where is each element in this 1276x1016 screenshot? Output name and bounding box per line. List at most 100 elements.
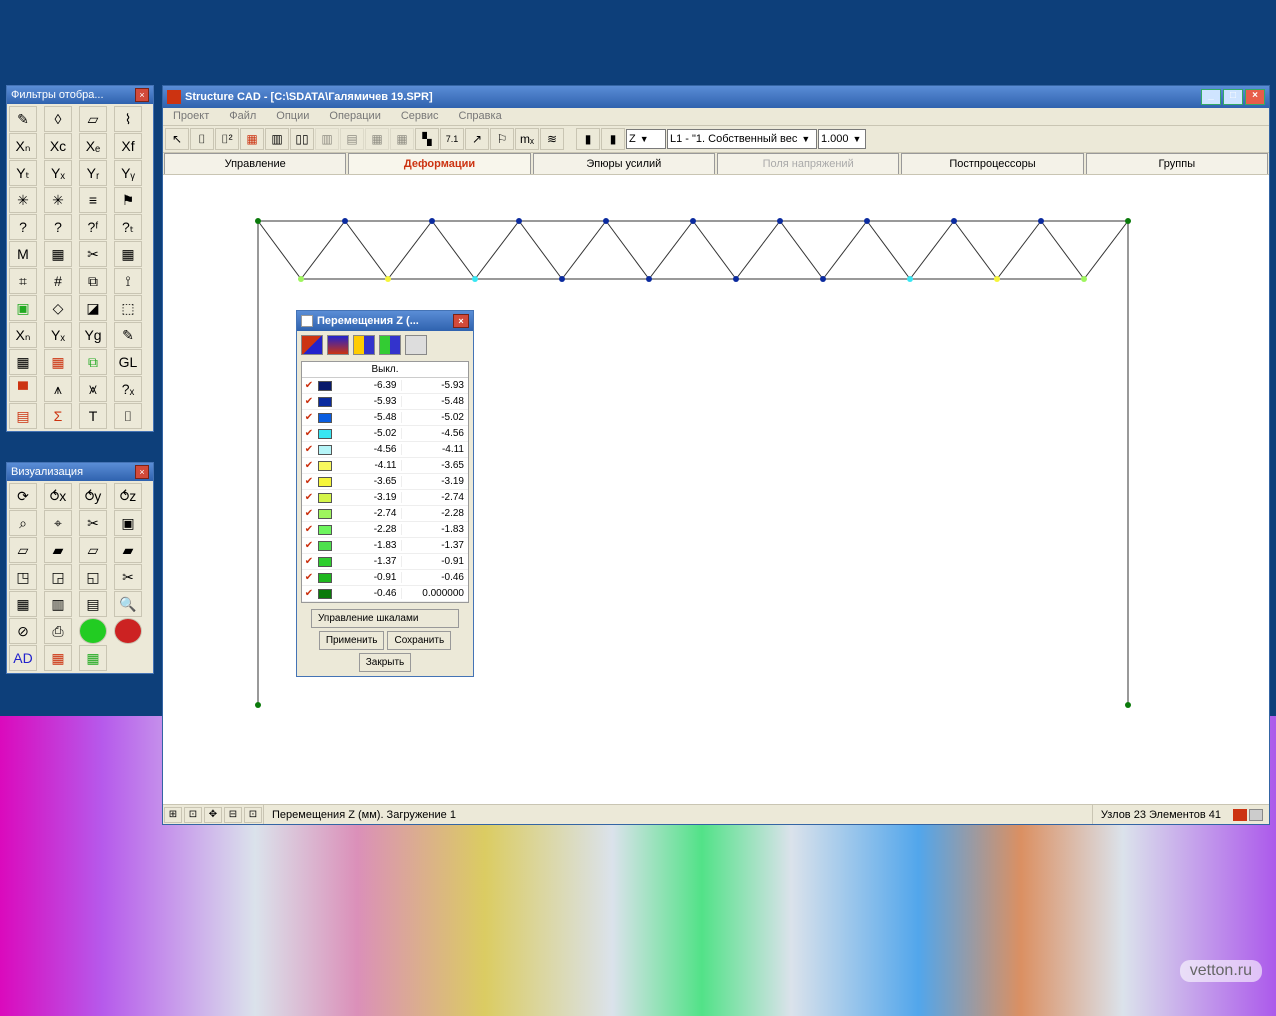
tool-clear-icon[interactable]: ◇ [44,295,72,321]
tool-spring-icon[interactable]: ⌇ [114,106,142,132]
check-icon[interactable]: ✔ [302,492,316,503]
tool-eraser-icon[interactable]: ◊ [44,106,72,132]
minimize-button[interactable]: _ [1201,89,1221,105]
viz-cube2-icon[interactable]: ▰ [44,537,72,563]
tool-stripes-icon[interactable]: ≡ [79,187,107,213]
tool-yy-icon[interactable]: Yᵧ [114,160,142,186]
tab-forces[interactable]: Эпюры усилий [533,153,715,174]
menu-help[interactable]: Справка [449,108,512,125]
tool-grid1-icon[interactable]: ▦ [44,241,72,267]
tb-71-icon[interactable]: 7.1 [440,128,464,150]
tool-yte-icon[interactable]: Yₜ [9,160,37,186]
close-icon[interactable]: × [453,314,469,328]
viz-rotx-icon[interactable]: ⥀x [44,483,72,509]
sb-b3-icon[interactable]: ✥ [204,807,222,823]
viz-cube1-icon[interactable]: ▱ [9,537,37,563]
tool-Tx-icon[interactable]: T [79,403,107,429]
check-icon[interactable]: ✔ [302,508,316,519]
tool-yr-icon[interactable]: Yᵣ [79,160,107,186]
tb-scale-icon[interactable]: ▯▯ [290,128,314,150]
menu-project[interactable]: Проект [163,108,219,125]
combo-loadcase[interactable]: L1 - "1. Собственный вес▼ [667,129,817,149]
close-icon[interactable]: × [135,88,149,102]
menu-file[interactable]: Файл [219,108,266,125]
tb-arrow2-icon[interactable]: ↗ [465,128,489,150]
viz-rotz-icon[interactable]: ⥀z [114,483,142,509]
btn-close[interactable]: Закрыть [359,653,412,672]
viz-red-icon[interactable] [114,618,142,644]
tool-mesh-icon[interactable]: ⧉ [79,349,107,375]
viz-roty-icon[interactable]: ⥀y [79,483,107,509]
tool-clip-icon[interactable]: ✂ [79,241,107,267]
tool-struct-icon[interactable]: ⌗ [9,268,37,294]
viz-cut-icon[interactable]: ✂ [114,564,142,590]
check-icon[interactable]: ✔ [302,412,316,423]
tool-zigzag-icon[interactable]: ⩚ [44,376,72,402]
swatch-yb-icon[interactable] [353,335,375,355]
legend-row[interactable]: ✔-5.48-5.02 [302,410,468,426]
swatch-gb-icon[interactable] [379,335,401,355]
close-button[interactable]: × [1245,89,1265,105]
legend-row[interactable]: ✔-0.91-0.46 [302,570,468,586]
tb-chart-icon[interactable]: ▚ [415,128,439,150]
check-icon[interactable]: ✔ [302,524,316,535]
viz-t2-icon[interactable]: ⌖ [44,510,72,536]
viz-grid2-icon[interactable]: ▥ [44,591,72,617]
titlebar[interactable]: Structure CAD - [C:\SDATA\Галямичев 19.S… [163,86,1269,108]
maximize-button[interactable]: □ [1223,89,1243,105]
swatch-redblue-icon[interactable] [301,335,323,355]
viz-zoom-icon[interactable]: 🔍 [114,591,142,617]
btn-save[interactable]: Сохранить [387,631,451,650]
tool-gridB-icon[interactable]: ▦ [44,349,72,375]
btn-scales[interactable]: Управление шкалами [311,609,459,628]
tool-yx-icon[interactable]: Yₓ [44,160,72,186]
tb-film1-icon[interactable]: ▮ [576,128,600,150]
tab-groups[interactable]: Группы [1086,153,1268,174]
menu-options[interactable]: Опции [266,108,319,125]
legend-row[interactable]: ✔-2.74-2.28 [302,506,468,522]
tool-frame-icon[interactable]: ⌷ [114,403,142,429]
tool-qf-icon[interactable]: ?ᶠ [79,214,107,240]
tool-flag-icon[interactable]: ⚑ [114,187,142,213]
swatch-gray-icon[interactable] [405,335,427,355]
tb-meas-icon[interactable]: mₓ [515,128,539,150]
viz-grid4-icon[interactable]: ▦ [44,645,72,671]
tool-xn-icon[interactable]: Xₙ [9,133,37,159]
viz-pers1-icon[interactable]: ◳ [9,564,37,590]
sb-b5-icon[interactable]: ⊡ [244,807,262,823]
tool-yxg2-icon[interactable]: Yg [79,322,107,348]
legend-row[interactable]: ✔-4.11-3.65 [302,458,468,474]
tool-panel-icon[interactable]: ▤ [9,403,37,429]
viz-t1-icon[interactable]: ⌕ [9,510,37,536]
tool-beam-icon[interactable]: ⧉ [79,268,107,294]
legend-off-label[interactable]: Выкл. [302,362,468,378]
tab-postproc[interactable]: Постпроцессоры [901,153,1083,174]
combo-scale[interactable]: 1.000▼ [818,129,866,149]
menu-service[interactable]: Сервис [391,108,449,125]
tool-box-icon[interactable]: ▱ [79,106,107,132]
check-icon[interactable]: ✔ [302,428,316,439]
tool-hash-icon[interactable]: # [44,268,72,294]
viz-adr-icon[interactable]: AD [9,645,37,671]
check-icon[interactable]: ✔ [302,572,316,583]
tb-arrow-icon[interactable]: ↖ [165,128,189,150]
tb-frame2-icon[interactable]: ⌷² [215,128,239,150]
tool-book-icon[interactable]: ◪ [79,295,107,321]
viz-grid1-icon[interactable]: ▦ [9,591,37,617]
check-icon[interactable]: ✔ [302,556,316,567]
legend-row[interactable]: ✔-5.93-5.48 [302,394,468,410]
tb-g1-icon[interactable]: ▥ [315,128,339,150]
legend-row[interactable]: ✔-5.02-4.56 [302,426,468,442]
viz-pers3-icon[interactable]: ◱ [79,564,107,590]
viz-null-icon[interactable]: ⊘ [9,618,37,644]
btn-apply[interactable]: Применить [319,631,385,650]
viz-print-icon[interactable]: ⎙ [44,618,72,644]
tool-q1-icon[interactable]: ? [9,214,37,240]
tool-q2-icon[interactable]: ? [44,214,72,240]
check-icon[interactable]: ✔ [302,540,316,551]
close-icon[interactable]: × [135,465,149,479]
tb-film2-icon[interactable]: ▮ [601,128,625,150]
tool-qx-icon[interactable]: ?ₓ [114,376,142,402]
tb-g3-icon[interactable]: ▦ [365,128,389,150]
viz-t3-icon[interactable]: ✂ [79,510,107,536]
